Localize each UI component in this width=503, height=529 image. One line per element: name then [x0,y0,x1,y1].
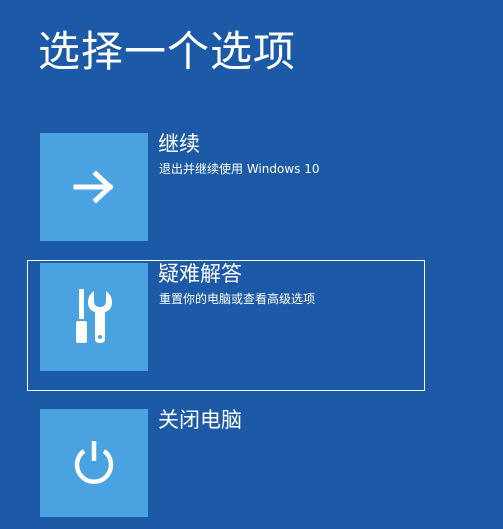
tools-icon [76,289,112,343]
troubleshoot-label: 疑难解答 [158,262,242,286]
continue-tile[interactable] [40,133,148,241]
turn-off-label: 关闭电脑 [158,408,242,432]
turn-off-tile[interactable] [40,409,148,517]
turn-off-option[interactable]: 关闭电脑 [27,398,425,529]
troubleshoot-tile[interactable] [40,263,148,371]
power-icon [74,441,114,484]
continue-description: 退出并继续使用 Windows 10 [159,162,320,176]
recovery-screen: 选择一个选项 继续 退出并继续使用 Windows 10 疑难解答 重置你的电脑… [0,0,503,517]
troubleshoot-description: 重置你的电脑或查看高级选项 [159,292,316,306]
troubleshoot-option[interactable]: 疑难解答 重置你的电脑或查看高级选项 [27,260,425,391]
page-title: 选择一个选项 [38,27,297,76]
continue-option[interactable]: 继续 退出并继续使用 Windows 10 [27,130,425,261]
arrow-right-icon [73,170,114,204]
continue-label: 继续 [158,132,200,156]
